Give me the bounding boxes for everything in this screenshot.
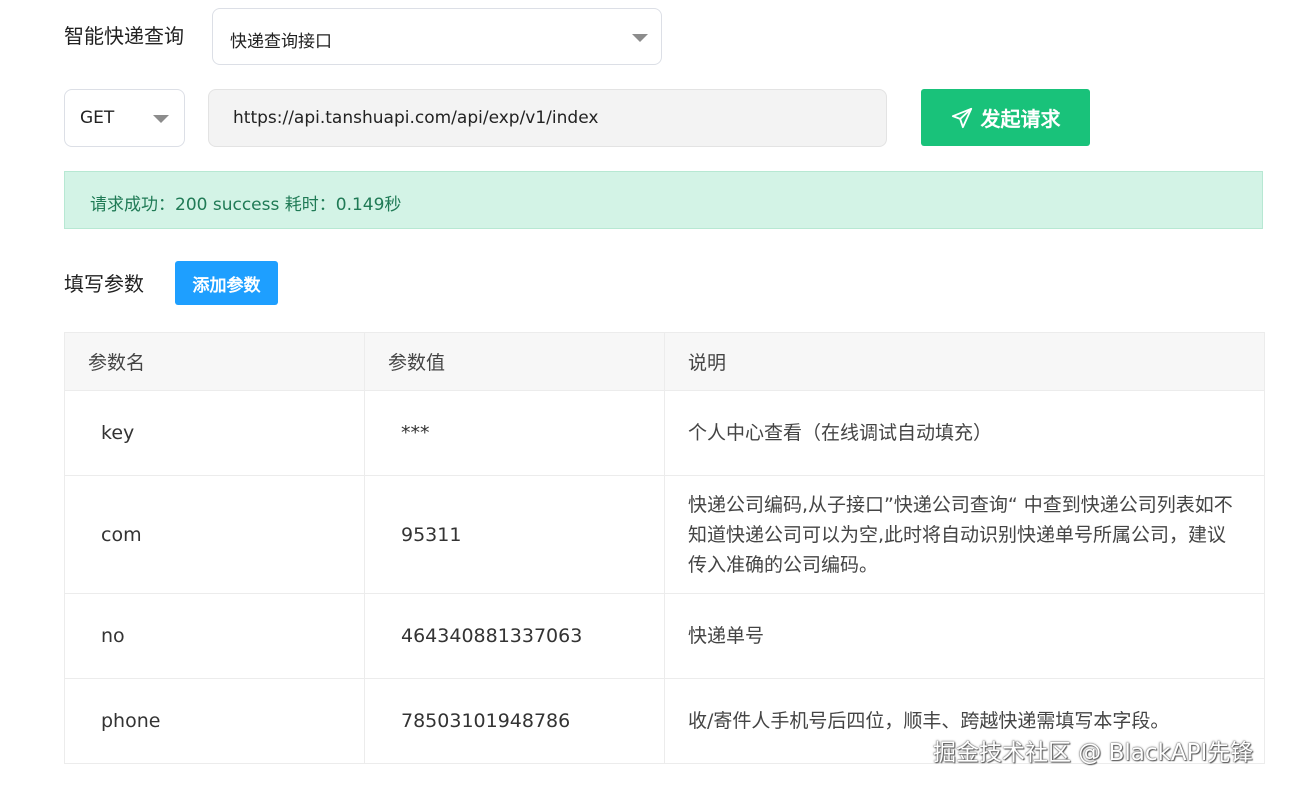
table-row: no 464340881337063 快递单号 xyxy=(64,593,1265,679)
paper-plane-icon xyxy=(951,107,973,129)
method-select-value: GET xyxy=(80,108,115,128)
send-request-label: 发起请求 xyxy=(980,107,1061,131)
param-value-input[interactable]: 95311 xyxy=(364,475,665,594)
status-alert-text: 请求成功：200 success 耗时：0.149秒 xyxy=(90,195,402,215)
params-label: 填写参数 xyxy=(64,272,144,296)
param-name: no xyxy=(64,593,365,679)
param-name: com xyxy=(64,475,365,594)
service-label: 智能快递查询 xyxy=(64,24,184,48)
url-input-value: https://api.tanshuapi.com/api/exp/v1/ind… xyxy=(233,108,599,128)
method-select[interactable]: GET xyxy=(64,89,185,147)
param-value-input[interactable]: *** xyxy=(364,390,665,476)
param-desc: 快递公司编码,从子接口”快递公司查询“ 中查到快递公司列表如不知道快递公司可以为… xyxy=(664,475,1265,594)
params-table: 参数名 参数值 说明 key *** 个人中心查看（在线调试自动填充） com … xyxy=(64,332,1265,764)
status-alert: 请求成功：200 success 耗时：0.149秒 xyxy=(64,171,1263,229)
chevron-down-icon xyxy=(632,34,648,42)
table-row: key *** 个人中心查看（在线调试自动填充） xyxy=(64,390,1265,476)
param-name: phone xyxy=(64,678,365,764)
url-input[interactable]: https://api.tanshuapi.com/api/exp/v1/ind… xyxy=(208,89,887,147)
send-request-button[interactable]: 发起请求 xyxy=(921,89,1090,146)
chevron-down-icon xyxy=(153,115,169,123)
param-value-input[interactable]: 464340881337063 xyxy=(364,593,665,679)
col-header-value: 参数值 xyxy=(364,332,665,391)
param-value-input[interactable]: 78503101948786 xyxy=(364,678,665,764)
add-param-button[interactable]: 添加参数 xyxy=(175,261,278,305)
service-select[interactable]: 快递查询接口 xyxy=(212,8,662,65)
col-header-desc: 说明 xyxy=(664,332,1265,391)
table-row: com 95311 快递公司编码,从子接口”快递公司查询“ 中查到快递公司列表如… xyxy=(64,475,1265,594)
param-name: key xyxy=(64,390,365,476)
param-desc: 个人中心查看（在线调试自动填充） xyxy=(664,390,1265,476)
service-select-value: 快递查询接口 xyxy=(230,32,332,52)
col-header-name: 参数名 xyxy=(64,332,365,391)
table-header-row: 参数名 参数值 说明 xyxy=(64,332,1265,391)
watermark: 掘金技术社区 @ BlackAPI先锋 xyxy=(933,740,1254,766)
param-desc: 快递单号 xyxy=(664,593,1265,679)
